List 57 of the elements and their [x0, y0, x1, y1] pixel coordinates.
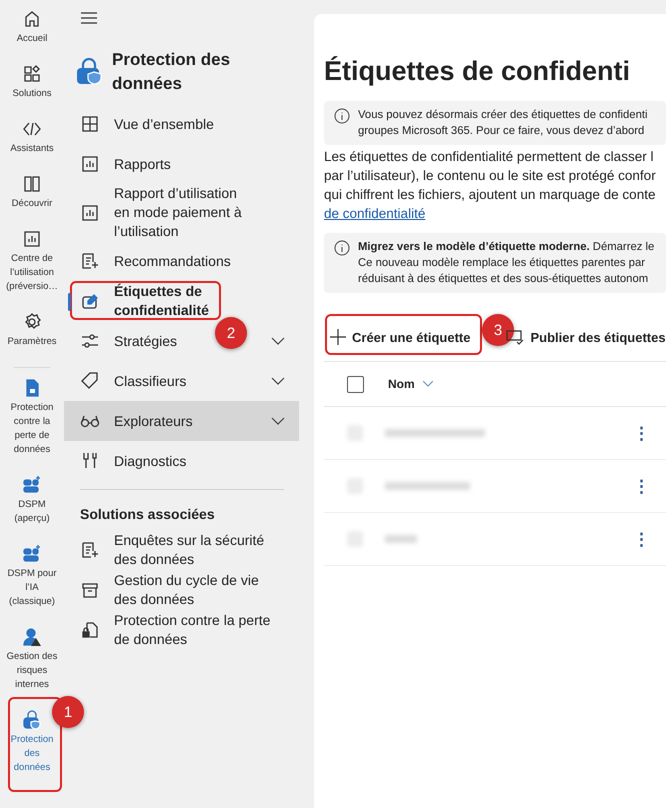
- blurred-label: [385, 535, 417, 543]
- sparkle-tiles-icon: [22, 475, 42, 495]
- page-title: Étiquettes de confidenti: [324, 56, 632, 87]
- sparkle-tiles-icon: [22, 544, 42, 564]
- step-number: 1: [52, 696, 84, 728]
- rail-nav-item[interactable]: Solutions: [2, 62, 62, 117]
- nav-item[interactable]: Stratégies: [64, 321, 184, 361]
- section-heading: Solutions associées: [79, 506, 216, 522]
- create-button[interactable]: Créer une étiquette: [324, 329, 470, 345]
- more-options-button[interactable]: ⋮: [633, 422, 650, 444]
- chevron-down-icon[interactable]: [271, 337, 285, 345]
- tag-icon: [80, 371, 100, 391]
- rail-nav-item[interactable]: Accueil: [2, 7, 62, 62]
- info-icon: [334, 240, 350, 256]
- info-text: Migrez vers le modèle d’étiquette moderne. Démarrez le Ce nouveau modèle remplace les étiquettes parentes par réduisant à des étiquettes et des sous-étiquettes autonom: [358, 240, 654, 287]
- chevron-down-icon: [422, 381, 433, 387]
- nav-item[interactable]: Enquêtes sur la sécurité des données: [64, 530, 294, 570]
- lock-shield-icon: [22, 710, 42, 730]
- more-options-button[interactable]: ⋮: [633, 528, 650, 550]
- rail-nav-item[interactable]: Protection contre la perte de données: [2, 376, 62, 473]
- nav-item[interactable]: Explorateurs: [64, 401, 199, 441]
- column-header[interactable]: Nom: [388, 377, 415, 391]
- description-text: Les étiquettes de confidentialité permettent de classer l par l’utilisateur), le contenu ou le site est protégé confor qui chiffrent les fichiers, ajoutent un marquage de conte de confidentialité: [324, 148, 657, 223]
- rail-nav-item[interactable]: Paramètres: [2, 310, 62, 365]
- nav-item[interactable]: Gestion du cycle de vie des données: [64, 570, 294, 610]
- nav-item[interactable]: Classifieurs: [64, 361, 192, 401]
- chevron-down-icon[interactable]: [271, 417, 285, 425]
- grid-icon: [22, 64, 42, 84]
- info-icon: [334, 108, 350, 124]
- nav-item[interactable]: Rapport d’utilisation en mode paiement à l’utilisation: [64, 184, 254, 241]
- publish-icon: [506, 329, 524, 345]
- chart-icon: [80, 202, 100, 222]
- lock-shield-icon: [76, 58, 102, 86]
- step-number: 2: [215, 317, 247, 349]
- book-icon: [22, 174, 42, 194]
- nav-item[interactable]: Diagnostics: [64, 441, 192, 481]
- menu-icon[interactable]: [81, 12, 97, 24]
- chart-icon: [80, 154, 100, 174]
- nav-item[interactable]: Protection contre la perte de données: [64, 610, 294, 650]
- nav-item[interactable]: Rapports: [64, 144, 177, 184]
- rail-nav-item[interactable]: DSPM pour l’IA (classique): [2, 542, 62, 625]
- rail-nav-item[interactable]: Centre de l’utilisation (préversio…: [2, 227, 62, 310]
- select-all-checkbox[interactable]: [347, 376, 364, 392]
- chart-icon: [22, 229, 42, 249]
- rail-nav-item[interactable]: Découvrir: [2, 172, 62, 227]
- rail-nav-item[interactable]: Assistants: [2, 117, 62, 172]
- rail-nav-item[interactable]: DSPM (aperçu): [2, 473, 62, 542]
- plus-icon: [330, 329, 346, 345]
- layout-icon: [80, 114, 100, 134]
- more-options-button[interactable]: ⋮: [633, 476, 650, 496]
- section-title: Protection des données: [112, 49, 232, 95]
- nav-item[interactable]: Recommandations: [64, 241, 237, 281]
- nav-item[interactable]: Vue d’ensemble: [64, 104, 220, 144]
- learn-more-link[interactable]: de confidentialité: [324, 206, 426, 221]
- chevron-down-icon[interactable]: [271, 377, 285, 385]
- person-warning-icon: [22, 627, 42, 647]
- info-text: Vous pouvez désormais créer des étiquettes de confidenti groupes Microsoft 365. Pour ce faire, vous devez d’abord: [358, 108, 648, 139]
